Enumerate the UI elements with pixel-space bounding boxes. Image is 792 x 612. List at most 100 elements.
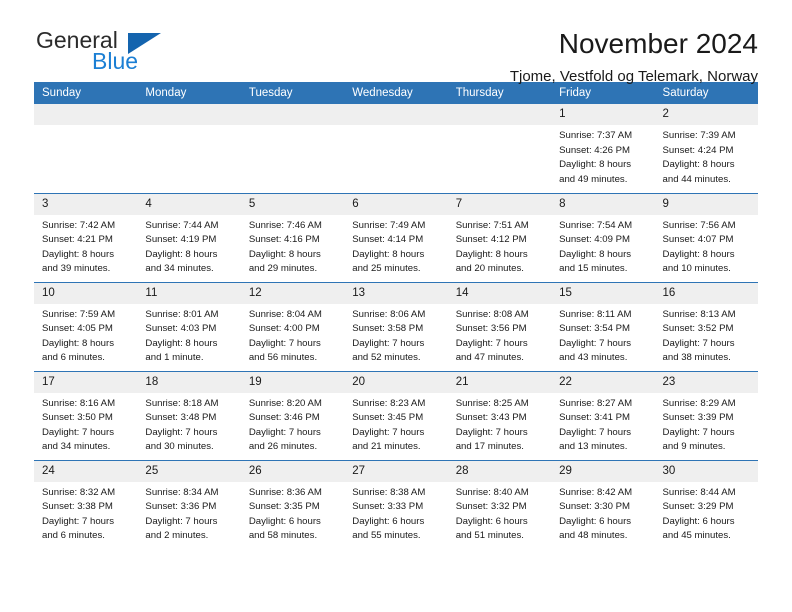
sunset-text: Sunset: 3:35 PM (248, 501, 320, 513)
sunrise-text: Sunrise: 8:04 AM (248, 308, 322, 320)
sunset-text: Sunset: 3:46 PM (248, 412, 320, 424)
day-number (447, 104, 552, 125)
day-number: 10 (34, 282, 138, 304)
sunset-text: Sunset: 3:32 PM (455, 501, 527, 513)
daylight-text-line2: and 20 minutes. (455, 263, 524, 275)
sunset-text: Sunset: 4:16 PM (248, 234, 320, 246)
day-details: Sunrise: 7:42 AM Sunset: 4:21 PM Daylight:… (34, 215, 137, 277)
calendar-day-cell[interactable]: 9 Sunrise: 7:56 AM Sunset: 4:07 PM Daylight… (654, 192, 758, 282)
calendar-day-cell[interactable]: 13 Sunrise: 8:06 AM Sunset: 3:58 PM Dayligh… (344, 281, 448, 371)
daylight-text-line2: and 6 minutes. (42, 352, 105, 364)
sunset-text: Sunset: 4:12 PM (455, 234, 527, 246)
daylight-text-line1: Daylight: 6 hours (455, 515, 528, 527)
daylight-text-line1: Daylight: 7 hours (559, 426, 632, 438)
calendar-day-cell[interactable]: 7 Sunrise: 7:51 AM Sunset: 4:12 PM Daylight… (447, 192, 552, 282)
daylight-text-line1: Daylight: 6 hours (559, 515, 632, 527)
sunrise-text: Sunrise: 8:32 AM (42, 486, 116, 498)
calendar-day-cell[interactable]: 15 Sunrise: 8:11 AM Sunset: 3:54 PM Dayligh… (551, 281, 655, 371)
daylight-text-line2: and 44 minutes. (662, 173, 731, 185)
calendar-day-cell[interactable]: 19 Sunrise: 8:20 AM Sunset: 3:46 PM Dayligh… (240, 370, 345, 460)
calendar-day-cell[interactable]: 3 Sunrise: 7:42 AM Sunset: 4:21 PM Daylight… (34, 192, 138, 282)
calendar-grid: Sunday Monday Tuesday Wednesday Thursday… (34, 82, 758, 549)
day-number: 6 (344, 193, 448, 215)
daylight-text-line1: Daylight: 8 hours (42, 248, 114, 260)
sunrise-text: Sunrise: 8:36 AM (248, 486, 322, 498)
daylight-text-line1: Daylight: 7 hours (662, 337, 735, 349)
weekday-header-tuesday: Tuesday (240, 82, 345, 104)
daylight-text-line2: and 21 minutes. (352, 441, 421, 453)
day-details: Sunrise: 8:38 AM Sunset: 3:33 PM Daylight:… (344, 482, 447, 544)
calendar-day-cell[interactable]: 16 Sunrise: 8:13 AM Sunset: 3:52 PM Dayligh… (654, 281, 758, 371)
day-details: Sunrise: 8:11 AM Sunset: 3:54 PM Daylight:… (551, 304, 654, 366)
calendar-day-cell[interactable]: 20 Sunrise: 8:23 AM Sunset: 3:45 PM Dayligh… (344, 370, 448, 460)
daylight-text-line2: and 17 minutes. (455, 441, 524, 453)
brand-logo[interactable]: General Blue (34, 27, 234, 83)
day-number: 21 (447, 371, 552, 393)
calendar-day-cell[interactable]: 30 Sunrise: 8:44 AM Sunset: 3:29 PM Dayligh… (654, 459, 758, 549)
sunset-text: Sunset: 4:03 PM (145, 323, 217, 335)
day-details: Sunrise: 7:51 AM Sunset: 4:12 PM Daylight:… (448, 215, 551, 277)
daylight-text-line2: and 15 minutes. (559, 263, 628, 275)
sunrise-text: Sunrise: 8:01 AM (145, 308, 219, 320)
day-number: 3 (34, 193, 138, 215)
calendar-day-cell[interactable]: 22 Sunrise: 8:27 AM Sunset: 3:41 PM Dayligh… (551, 370, 655, 460)
calendar-day-cell[interactable]: 23 Sunrise: 8:29 AM Sunset: 3:39 PM Dayligh… (654, 370, 758, 460)
calendar-day-cell[interactable]: 24 Sunrise: 8:32 AM Sunset: 3:38 PM Dayligh… (34, 459, 138, 549)
sunrise-text: Sunrise: 8:25 AM (455, 397, 529, 409)
sunrise-text: Sunrise: 8:20 AM (248, 397, 322, 409)
sunrise-text: Sunrise: 8:13 AM (662, 308, 736, 320)
sunrise-text: Sunrise: 7:39 AM (662, 130, 736, 141)
calendar-day-cell[interactable]: 21 Sunrise: 8:25 AM Sunset: 3:43 PM Dayligh… (447, 370, 552, 460)
calendar-day-cell[interactable]: 17 Sunrise: 8:16 AM Sunset: 3:50 PM Dayligh… (34, 370, 138, 460)
calendar-day-cell[interactable]: 27 Sunrise: 8:38 AM Sunset: 3:33 PM Dayligh… (344, 459, 448, 549)
daylight-text-line2: and 9 minutes. (662, 441, 726, 453)
daylight-text-line2: and 49 minutes. (559, 173, 628, 185)
day-details: Sunrise: 8:18 AM Sunset: 3:48 PM Daylight:… (137, 393, 240, 455)
sunset-text: Sunset: 3:58 PM (352, 323, 424, 335)
day-number: 20 (344, 371, 448, 393)
calendar-day-cell[interactable]: 26 Sunrise: 8:36 AM Sunset: 3:35 PM Dayligh… (240, 459, 345, 549)
day-number (344, 104, 448, 125)
day-number: 9 (654, 193, 758, 215)
calendar-day-cell[interactable]: 18 Sunrise: 8:18 AM Sunset: 3:48 PM Dayligh… (137, 370, 241, 460)
calendar-day-cell[interactable]: 12 Sunrise: 8:04 AM Sunset: 4:00 PM Dayligh… (240, 281, 345, 371)
daylight-text-line1: Daylight: 7 hours (455, 337, 528, 349)
day-number: 17 (34, 371, 138, 393)
calendar-day-cell[interactable]: 4 Sunrise: 7:44 AM Sunset: 4:19 PM Daylight… (137, 192, 241, 282)
calendar-day-cell[interactable]: 8 Sunrise: 7:54 AM Sunset: 4:09 PM Daylight… (551, 192, 655, 282)
daylight-text-line2: and 10 minutes. (662, 263, 731, 275)
day-details: Sunrise: 7:56 AM Sunset: 4:07 PM Daylight:… (655, 215, 758, 277)
calendar-day-cell[interactable]: 10 Sunrise: 7:59 AM Sunset: 4:05 PM Dayligh… (34, 281, 138, 371)
calendar-day-cell[interactable]: 29 Sunrise: 8:42 AM Sunset: 3:30 PM Dayligh… (551, 459, 655, 549)
day-number: 1 (551, 104, 655, 125)
daylight-text-line1: Daylight: 7 hours (352, 337, 425, 349)
calendar-day-cell[interactable]: 11 Sunrise: 8:01 AM Sunset: 4:03 PM Dayligh… (137, 281, 241, 371)
calendar-day-cell[interactable]: 5 Sunrise: 7:46 AM Sunset: 4:16 PM Daylight… (240, 192, 345, 282)
daylight-text-line1: Daylight: 7 hours (248, 426, 321, 438)
calendar-day-cell[interactable]: 14 Sunrise: 8:08 AM Sunset: 3:56 PM Dayligh… (447, 281, 552, 371)
daylight-text-line2: and 39 minutes. (42, 263, 111, 275)
page-title: November 2024 (558, 28, 758, 59)
calendar-day-cell[interactable]: 25 Sunrise: 8:34 AM Sunset: 3:36 PM Dayligh… (137, 459, 241, 549)
day-number: 18 (137, 371, 241, 393)
sunrise-text: Sunrise: 8:11 AM (559, 308, 632, 320)
day-number: 25 (137, 460, 241, 482)
sunset-text: Sunset: 3:33 PM (352, 501, 424, 513)
sunset-text: Sunset: 3:29 PM (662, 501, 734, 513)
calendar-day-cell[interactable]: 28 Sunrise: 8:40 AM Sunset: 3:32 PM Dayligh… (447, 459, 552, 549)
daylight-text-line1: Daylight: 8 hours (352, 248, 425, 260)
calendar-week-row: 1 Sunrise: 7:37 AM Sunset: 4:26 PM Daylight… (34, 104, 758, 193)
daylight-text-line1: Daylight: 8 hours (248, 248, 321, 260)
day-number: 23 (654, 371, 758, 393)
sunrise-text: Sunrise: 8:08 AM (455, 308, 529, 320)
calendar-day-cell[interactable]: 1 Sunrise: 7:37 AM Sunset: 4:26 PM Daylight… (551, 104, 655, 193)
calendar-body: 1 Sunrise: 7:37 AM Sunset: 4:26 PM Daylight… (34, 104, 758, 549)
calendar-day-cell[interactable]: 2 Sunrise: 7:39 AM Sunset: 4:24 PM Daylight… (654, 104, 758, 193)
daylight-text-line2: and 13 minutes. (559, 441, 628, 453)
sunrise-text: Sunrise: 8:44 AM (662, 486, 736, 498)
calendar-day-cell[interactable]: 6 Sunrise: 7:49 AM Sunset: 4:14 PM Daylight… (344, 192, 448, 282)
sunset-text: Sunset: 3:30 PM (559, 501, 631, 513)
daylight-text-line1: Daylight: 8 hours (42, 337, 114, 349)
day-number (137, 104, 241, 125)
day-number: 4 (137, 193, 241, 215)
